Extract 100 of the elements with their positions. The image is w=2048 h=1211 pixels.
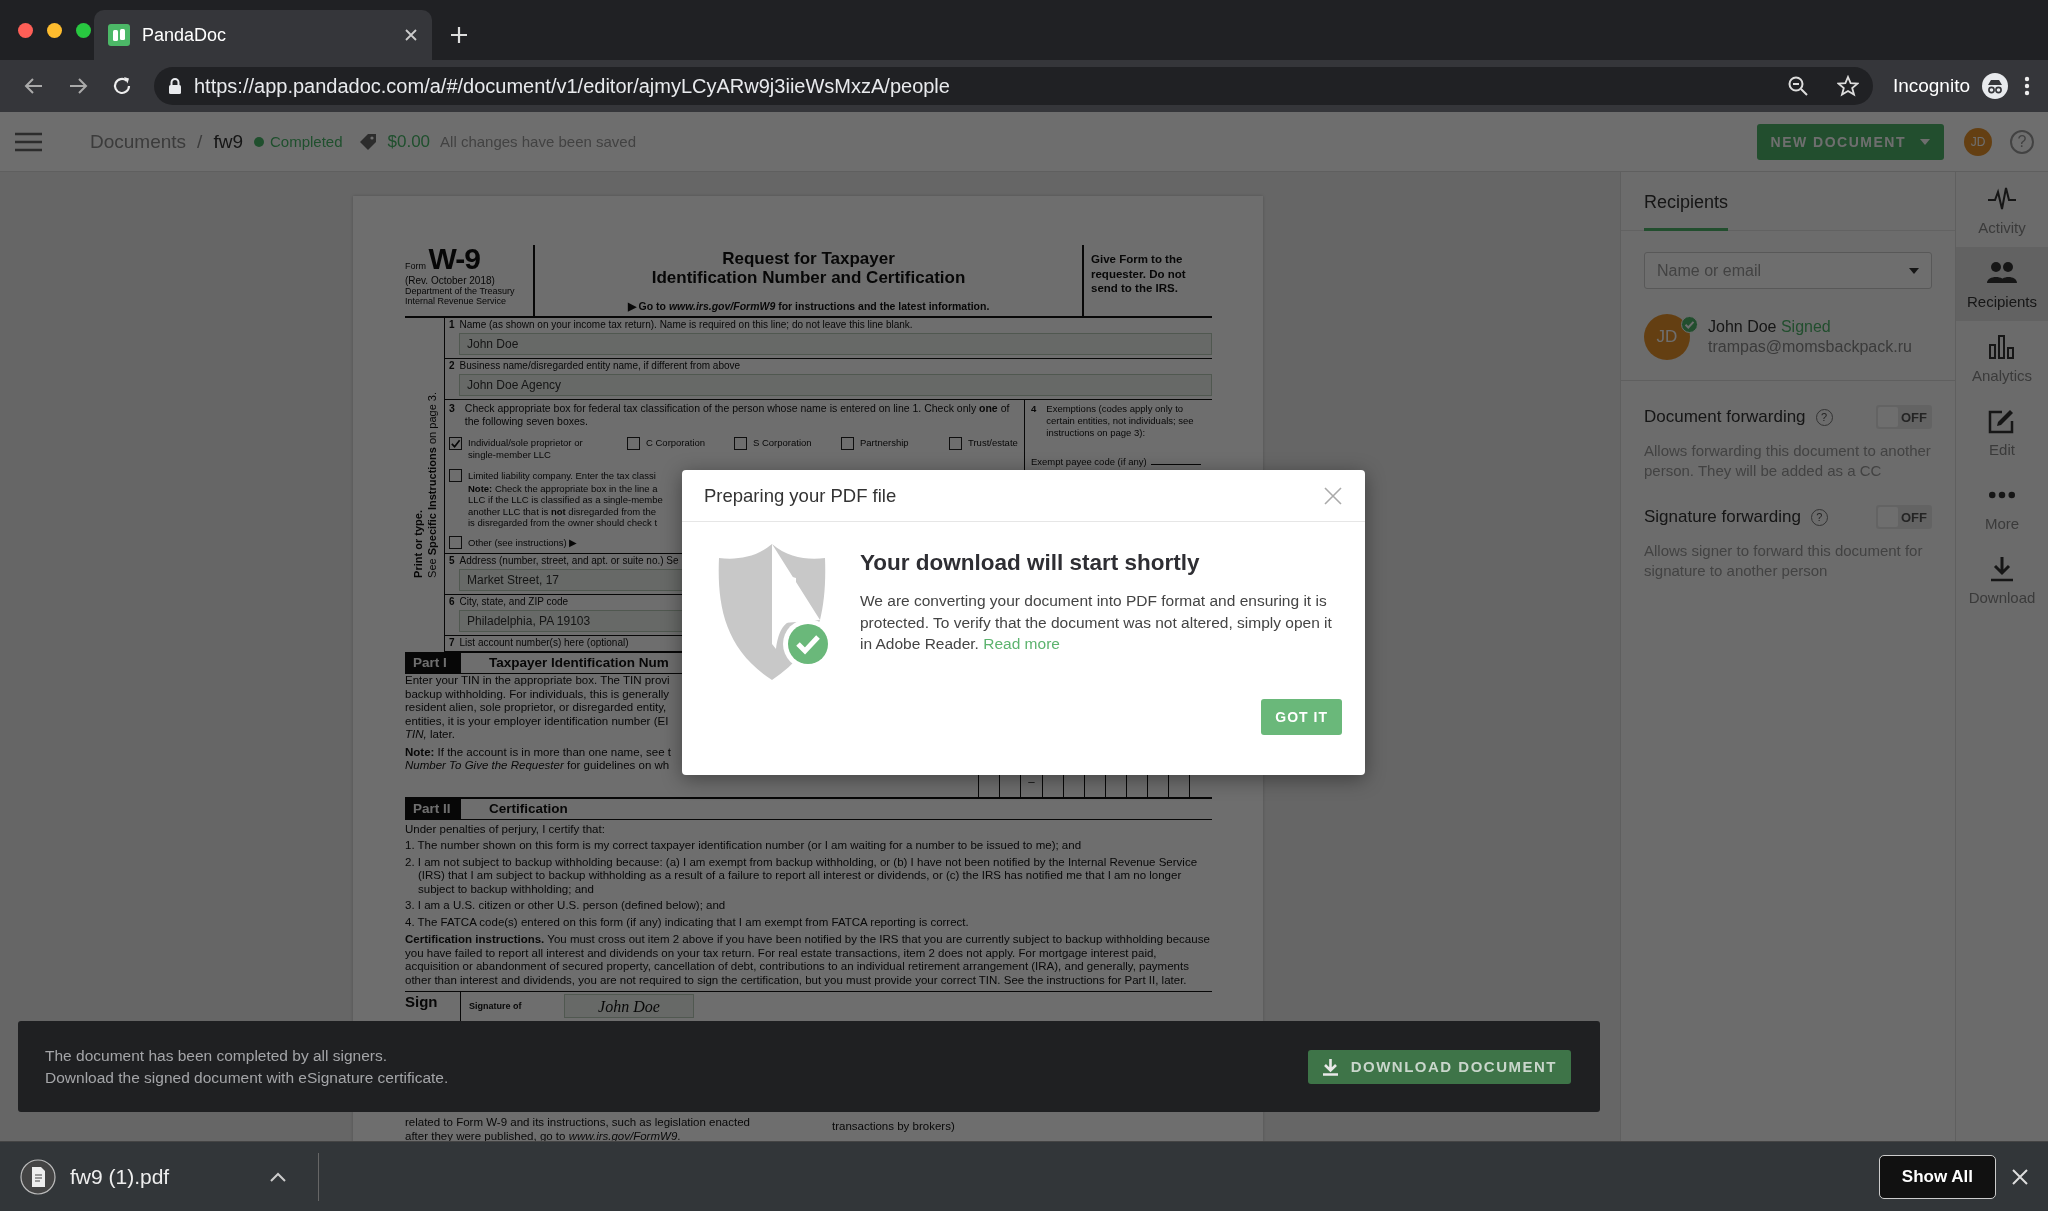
line-number: 4 (1031, 403, 1037, 416)
field-label: Check appropriate box for federal tax classification of the person whose name is entered on line 1. Check only one of the following seven boxes. (464, 402, 1011, 427)
form-title: Identification Number and Certification (650, 268, 967, 287)
list-item: 4. The FATCA code(s) entered on this form (if any) indicating that I am exempt from FATCA reporting is correct. (405, 915, 970, 929)
banner-message: Download the signed document with eSignature certificate. (45, 1067, 450, 1088)
side-label: Print or type. (410, 509, 425, 578)
maximize-window-icon[interactable] (76, 23, 91, 38)
dialog-message: We are converting your document into PDF format and ensuring it is protected. To verify that the document was not altered, simply open it in Adobe Reader. Read more (860, 591, 1333, 654)
help-button[interactable]: ? (2010, 129, 2034, 154)
new-tab-icon[interactable] (448, 24, 470, 46)
form-label: Form (405, 261, 426, 271)
recipient-name: John Doe Signed (1708, 317, 1832, 337)
toggle-switch[interactable]: OFF (1876, 505, 1932, 529)
document-amount: $0.00 (387, 131, 431, 152)
checkbox-label: Partnership (860, 437, 909, 449)
checkbox-label: C Corporation (646, 437, 706, 449)
form-title: Request for Taxpayer (721, 249, 896, 268)
show-all-button[interactable]: Show All (1878, 1154, 1996, 1199)
paragraph: related to Form W-9 and its instructions, such as legislation enacted after they were published, go to www.irs.gov/FormW9. (405, 1116, 750, 1141)
download-document-button[interactable]: DOWNLOAD DOCUMENT (1307, 1049, 1571, 1084)
agency-name: Internal Revenue Service (405, 296, 507, 306)
favicon (108, 24, 130, 46)
tab-title: PandaDoc (142, 24, 228, 46)
field-label: Signature of (468, 1000, 523, 1013)
zoom-icon[interactable] (1786, 75, 1809, 97)
download-icon (1321, 1057, 1339, 1076)
read-more-link[interactable]: Read more (983, 635, 1060, 652)
setting-label: Document forwarding (1644, 407, 1806, 427)
checkbox-label: S Corporation (753, 437, 812, 449)
reload-icon[interactable] (111, 75, 133, 97)
note-text: Note: If the account is in more than one name, see t Number To Give the Requester for guidelines on wh (405, 745, 672, 773)
chevron-up-icon[interactable] (270, 1171, 286, 1182)
note-text: Note: Check the appropriate box in the line a LLC if the LLC is classified as a single-membe another LLC that is not disregarded from the is disregarded from the owner should check t (468, 482, 663, 529)
breadcrumb-separator: / (197, 130, 203, 153)
caret-icon (1920, 138, 1930, 145)
profile-label[interactable]: Incognito (1892, 75, 1970, 97)
field-label: Exempt payee code (if any) (1031, 456, 1212, 468)
field-label: City, state, and ZIP code (459, 596, 569, 607)
field-label: Address (number, street, and apt. or suite no.) Se (459, 555, 679, 566)
line-number: 5 (449, 555, 455, 566)
setting-label: Signature forwarding (1644, 507, 1801, 527)
field-label: Exemptions (codes apply only to certain entities, not individuals; see instructions on page 3): (1046, 403, 1195, 439)
browser-tab[interactable]: PandaDoc (94, 10, 432, 60)
list-item: 3. I am a U.S. citizen or other U.S. person (defined below); and (405, 899, 727, 913)
checkbox-label: Individual/sole proprietor or single-member LLC (468, 437, 583, 460)
recipient-avatar: JD (1644, 314, 1690, 360)
bookmark-star-icon[interactable] (1836, 75, 1859, 97)
status-label: Completed (269, 133, 343, 150)
paragraph: Under penalties of perjury, I certify that: (405, 822, 606, 836)
new-document-button[interactable]: NEW DOCUMENT (1756, 123, 1944, 160)
lock-icon (168, 77, 182, 95)
user-avatar[interactable]: JD (1964, 127, 1992, 156)
status-dot-icon (253, 136, 264, 147)
address-bar[interactable]: https://app.pandadoc.com/a/#/document/v1/editor/ajmyLCyARw9j3iieWsMxzA/people (154, 67, 1873, 105)
minimize-window-icon[interactable] (47, 23, 62, 38)
downloaded-file-name[interactable]: fw9 (1).pdf (70, 1164, 270, 1189)
dialog-heading: Your download will start shortly (860, 550, 1201, 576)
list-item: 2. I am not subject to backup withholding because: (a) I am exempt from backup withholding, or (b) I have not been notified by the Internal Revenue Service (IRS) that I am subject to backup withholding as a result of a failure to report all interest or dividends, or (c) the IRS has notified me that I am no longer subject to backup withholding; and (405, 855, 1199, 896)
checkbox-label: Limited liability company. Enter the tax classi (468, 469, 656, 483)
field-label: List account number(s) here (optional) (459, 637, 629, 648)
side-label: See Specific Instructions on page 3. (424, 392, 439, 578)
checkbox-label: Other (see instructions) ▶ (468, 535, 578, 549)
dialog-title: Preparing your PDF file (704, 484, 897, 507)
form-instruction: ▶ Go to www.irs.gov/FormW9 for instructions and the latest information. (626, 299, 991, 313)
sidebar-item[interactable]: Recipients (1956, 247, 2048, 321)
field-label: Business name/disregarded entity name, if different from above (459, 360, 741, 371)
revision-date: (Rev. October 2018) (405, 275, 496, 287)
paragraph: Certification instructions. You must cross out item 2 above if you have been notified by the IRS that you are currently subject to backup withholding because you have failed to report all interest and dividends on your tax return. For real estate transactions, item 2 does not apply. For mortgage interest paid, acquisition or abandonment of secured property, cancellation of debt, contributions to an individual retirement arrangement (IRA), and generally, payments other than interest and dividends, you are not required to sign the certification, but you must provide your correct TIN. See the instructions for Part II, later. (405, 933, 1211, 987)
more-icon (1989, 490, 2015, 499)
agency-name: Department of the Treasury (405, 287, 516, 297)
caret-icon (1909, 267, 1919, 274)
line-number: 2 (449, 360, 455, 371)
signature: John Doe (564, 994, 694, 1018)
price-tag-icon (358, 132, 377, 151)
line-number: 7 (449, 637, 455, 648)
line-number: 6 (449, 596, 455, 607)
close-tab-icon[interactable] (404, 28, 418, 42)
form-number: W-9 (428, 242, 480, 275)
form-field[interactable]: John Doe (459, 333, 1212, 355)
part-title: Certification (489, 801, 568, 816)
document-name: fw9 (213, 130, 243, 153)
paragraph: transactions by brokers) (832, 1119, 956, 1134)
part-title: Taxpayer Identification Num (489, 656, 669, 670)
part-tag: Part II (405, 798, 461, 819)
part-tag: Part I (405, 653, 461, 673)
panel-tab[interactable]: Recipients (1644, 192, 1729, 231)
line-number: 1 (449, 319, 455, 330)
checkbox-label: Trust/estate (968, 437, 1018, 449)
banner-message: The document has been completed by all signers. (45, 1045, 389, 1066)
form-notice: Give Form to the requester. Do not send to the IRS. (1082, 245, 1212, 316)
got-it-button[interactable]: GOT IT (1261, 699, 1342, 735)
menu-icon[interactable] (2024, 75, 2030, 97)
field-label: Name (as shown on your income tax return). Name is required on this line; do not leave this line blank. (459, 319, 913, 330)
form-field[interactable]: John Doe Agency (459, 374, 1212, 396)
list-item: 1. The number shown on this form is my correct taxpayer identification number (or I am waiting for a number to be issued to me); and (405, 839, 1083, 853)
toggle-switch[interactable]: OFF (1876, 405, 1932, 429)
line-number: 3 (449, 402, 455, 416)
incognito-icon[interactable] (1982, 73, 2008, 99)
close-window-icon[interactable] (18, 23, 33, 38)
pdf-file-icon[interactable] (20, 1158, 56, 1195)
